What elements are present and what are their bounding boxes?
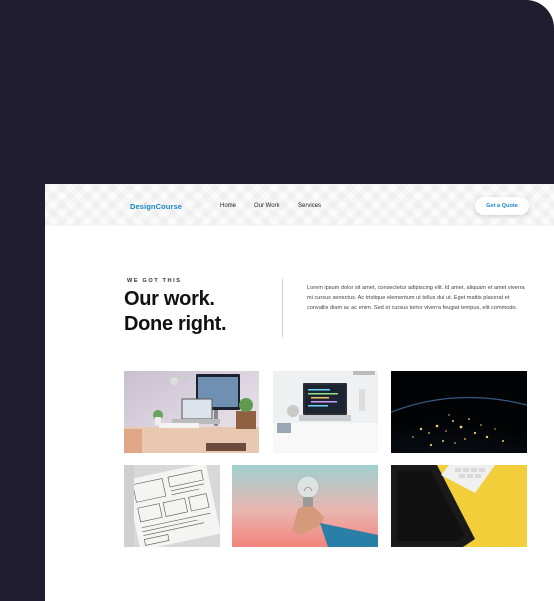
section-eyebrow: WE GOT THIS: [127, 278, 182, 284]
gallery-image-tablet[interactable]: [391, 465, 527, 547]
desk-workspace-photo: [124, 371, 259, 453]
gallery-image-lightbulb[interactable]: [232, 465, 378, 547]
nav-link-home[interactable]: Home: [220, 203, 236, 209]
headline-line-1: Our work.: [124, 288, 215, 310]
headline-line-2: Done right.: [124, 313, 227, 335]
nav-link-our-work[interactable]: Our Work: [254, 203, 280, 209]
nav-link-services[interactable]: Services: [298, 203, 321, 209]
wireframe-sketch-photo: [124, 465, 220, 547]
tablet-keyboard-yellow-photo: [391, 465, 527, 547]
gallery-image-earth[interactable]: [391, 371, 527, 453]
gallery-image-laptop[interactable]: [273, 371, 378, 453]
lightbulb-hand-photo: [232, 465, 378, 547]
brand-logo[interactable]: DesignCourse: [130, 202, 182, 211]
vertical-divider: [282, 279, 283, 337]
get-quote-button[interactable]: Get a Quote: [475, 197, 529, 215]
earth-night-photo: [391, 371, 527, 453]
gallery-image-desk[interactable]: [124, 371, 259, 453]
top-navbar: DesignCourse Home Our Work Services Get …: [45, 184, 554, 226]
gallery-image-wireframe[interactable]: [124, 465, 220, 547]
laptop-code-photo: [273, 371, 378, 453]
website-preview: DesignCourse Home Our Work Services Get …: [45, 184, 554, 601]
section-headline: Our work. Done right.: [124, 287, 274, 337]
section-description: Lorem ipsum dolor sit amet, consectetur …: [307, 285, 525, 311]
